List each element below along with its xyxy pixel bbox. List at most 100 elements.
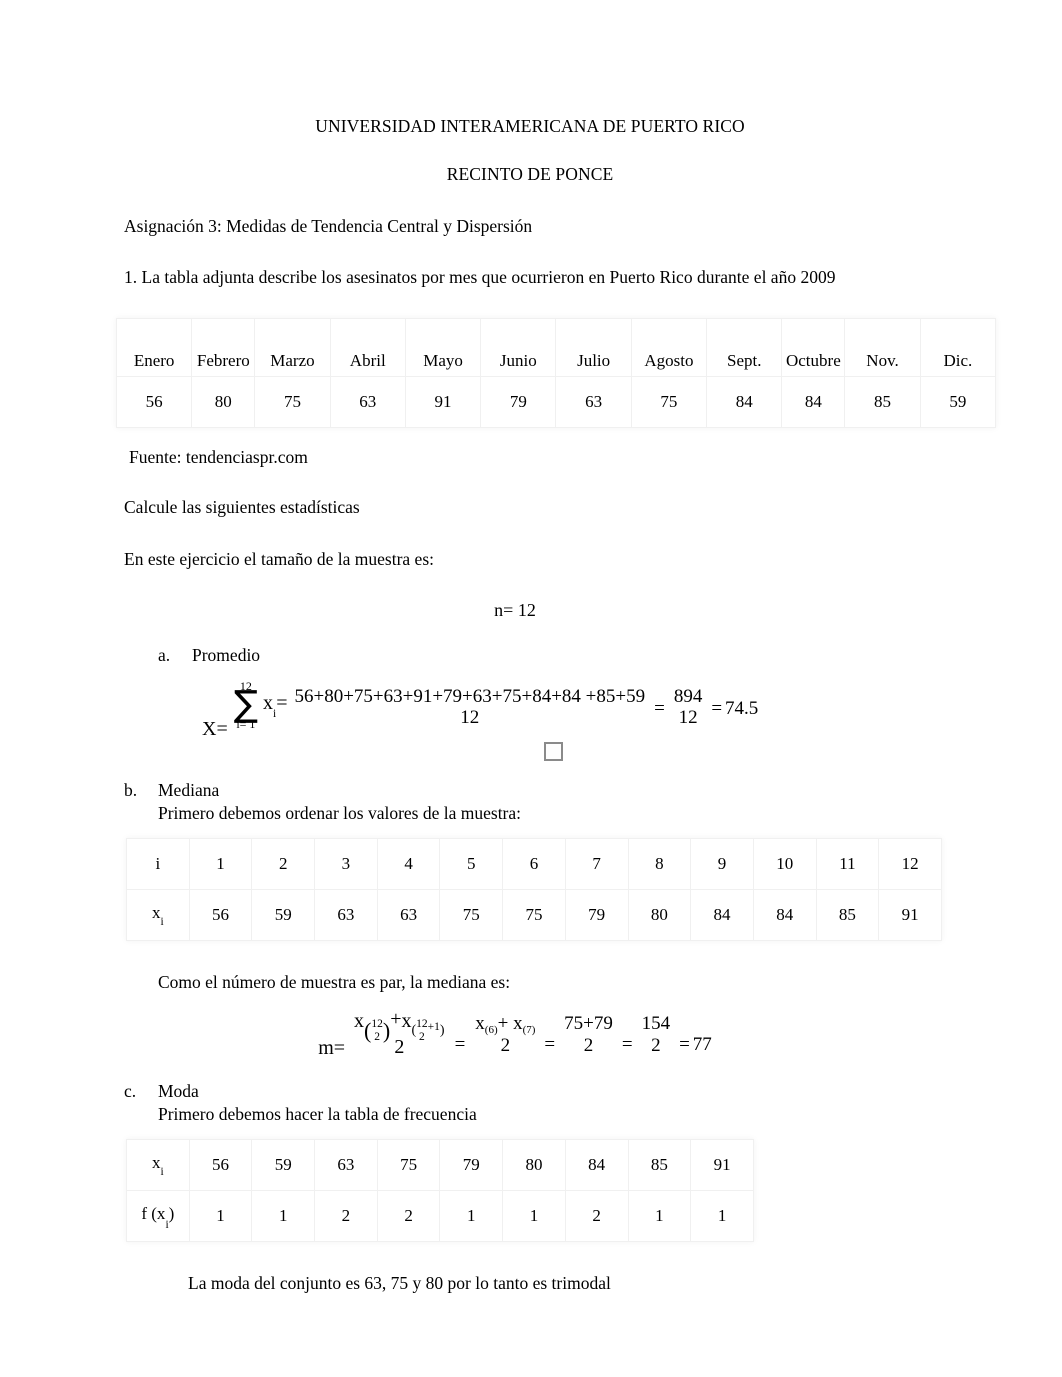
sorted-value-8: 80 (627, 888, 692, 941)
freq-row-label-f-close: ) (168, 1203, 175, 1223)
document-page: UNIVERSIDAD INTERAMERICANA DE PUERTO RIC… (0, 0, 1062, 1377)
freq-row-label-x-sub: i (160, 1166, 164, 1179)
median-formula: m= x ( 12 2 ) + x (12 2 +1) 2 = x(6)+ … (124, 999, 936, 1071)
median-x-1: x (354, 1010, 365, 1033)
freq-count-5: 1 (439, 1189, 504, 1242)
month-value-marzo: 75 (254, 376, 331, 429)
freq-count-1: 1 (188, 1189, 253, 1242)
section-b-marker: b. (124, 779, 138, 800)
freq-value-6: 80 (502, 1138, 566, 1191)
section-b-intro: Primero debemos ordenar los valores de l… (158, 802, 522, 823)
freq-count-6: 1 (502, 1189, 566, 1242)
sorted-index-9: 9 (690, 837, 754, 890)
freq-count-2: 1 (251, 1189, 316, 1242)
median-equals-1: = (454, 1033, 466, 1055)
sorted-index-12: 12 (878, 837, 942, 890)
sorted-value-6: 75 (502, 888, 566, 941)
sorted-row-label-x: xi (126, 888, 190, 941)
month-header-enero: Enero (115, 318, 193, 378)
median-lhs: m= (318, 1037, 346, 1060)
section-a-heading: a. Promedio (158, 645, 936, 666)
sorted-values-table: i 1 2 3 4 5 6 7 8 9 10 11 12 xi 56 59 63… (126, 837, 942, 941)
section-b-note: Como el número de muestra es par, la med… (158, 971, 511, 992)
month-value-abril: 63 (329, 376, 406, 429)
month-value-julio: 63 (555, 376, 632, 429)
sorted-value-1: 56 (188, 888, 253, 941)
month-header-abril: Abril (329, 318, 406, 378)
instruction-line: Calcule las siguientes estadísticas (124, 497, 360, 518)
freq-count-3: 2 (314, 1189, 378, 1242)
freq-count-9: 1 (690, 1189, 754, 1242)
sorted-index-1: 1 (188, 837, 253, 890)
median-fraction-3: 75+79 2 (561, 1013, 616, 1057)
sorted-value-4: 63 (376, 888, 441, 941)
month-value-sept: 84 (706, 376, 783, 429)
question-1: 1. La tabla adjunta describe los asesina… (124, 267, 836, 288)
median-sub-a-num: 12 (371, 1018, 383, 1031)
paren-open-icon: ( (364, 1018, 372, 1044)
assignment-line: Asignación 3: Medidas de Tendencia Centr… (124, 216, 533, 236)
month-header-junio: Junio (480, 318, 557, 378)
sample-size-value: n= 12 (494, 599, 536, 620)
median-numerator: x ( 12 2 ) + x ( 12 2 +1) (351, 1008, 448, 1043)
months-table: Enero Febrero Marzo Abril Mayo Junio Jul… (115, 318, 997, 429)
mean-lhs: X= (202, 717, 228, 740)
freq-value-9: 91 (690, 1138, 754, 1191)
month-value-febrero: 80 (191, 376, 256, 429)
mean-reduced-fraction: 894 12 (671, 686, 706, 730)
median-denominator-3: 2 (583, 1034, 594, 1056)
median-result: 77 (692, 1033, 712, 1055)
median-fraction-4: 154 2 (639, 1013, 674, 1057)
median-equals-4: = (679, 1033, 690, 1055)
median-main-fraction: x ( 12 2 ) + x ( 12 2 +1) 2 (351, 1008, 448, 1059)
median-equals-3: = (621, 1033, 633, 1055)
sorted-index-8: 8 (627, 837, 692, 890)
mode-conclusion: La moda del conjunto es 63, 75 y 80 por … (188, 1272, 611, 1293)
freq-table-wrapper: xi 56 59 63 75 79 80 84 85 91 f (xi) 1 1… (126, 1138, 754, 1242)
section-c-label: Moda (158, 1080, 199, 1101)
median-sub-b-plus-one: +1 (427, 1020, 440, 1033)
section-c-intro: Primero debemos hacer la tabla de frecue… (158, 1103, 477, 1124)
sorted-row-label-x-sub: i (160, 916, 164, 929)
median-sub-a-den: 2 (374, 1031, 380, 1044)
median-denominator-2: 2 (500, 1034, 511, 1056)
month-value-nov: 85 (844, 376, 921, 429)
paren-close-icon: ) (382, 1018, 391, 1044)
table-row: f (xi) 1 1 2 2 1 1 2 1 1 (126, 1189, 754, 1242)
section-a-marker: a. (158, 644, 171, 665)
median-plus-2: + (497, 1012, 509, 1034)
median-x-2: x (401, 1010, 412, 1033)
sorted-value-10: 84 (752, 888, 817, 941)
median-fraction-2: x(6)+ x(7) 2 (472, 1013, 538, 1057)
median-denominator: 2 (394, 1036, 405, 1058)
section-b-heading: b. Mediana (124, 780, 936, 801)
sorted-index-4: 4 (376, 837, 441, 890)
median-sub-a: ( 12 2 ) (364, 1018, 390, 1044)
mean-main-fraction: 56+80+75+63+91+79+63+75+84+84 +85+59 12 (291, 686, 648, 730)
freq-count-7: 2 (564, 1189, 629, 1242)
sorted-value-9: 84 (690, 888, 754, 941)
month-value-enero: 56 (115, 376, 193, 429)
section-b-label: Mediana (158, 779, 220, 800)
median-x6: x (475, 1012, 485, 1034)
table-row: xi 56 59 63 63 75 75 79 80 84 84 85 91 (126, 888, 942, 941)
sorted-table-wrapper: i 1 2 3 4 5 6 7 8 9 10 11 12 xi 56 59 63… (126, 837, 942, 941)
sorted-value-3: 63 (314, 888, 378, 941)
document-content: UNIVERSIDAD INTERAMERICANA DE PUERTO RIC… (115, 117, 997, 1294)
month-header-sept: Sept. (706, 318, 783, 378)
median-plus-1: + (390, 1008, 402, 1031)
median-sub-b: ( 12 2 +1 ) (411, 1018, 444, 1044)
month-value-agosto: 75 (630, 376, 708, 429)
frequency-table: xi 56 59 63 75 79 80 84 85 91 f (xi) 1 1… (126, 1138, 754, 1242)
mean-denominator: 12 (460, 707, 480, 729)
sorted-value-5: 75 (439, 888, 504, 941)
median-x7: x (513, 1012, 523, 1034)
month-value-octubre: 84 (781, 376, 846, 429)
mean-formula: X= 12 ∑ i= 1 xi= 56+80+75+63+91+79+63+75… (124, 672, 936, 768)
sorted-value-7: 79 (564, 888, 629, 941)
sorted-index-3: 3 (314, 837, 378, 890)
sorted-index-6: 6 (502, 837, 566, 890)
section-c-marker: c. (124, 1080, 137, 1101)
freq-value-3: 63 (314, 1138, 378, 1191)
freq-value-7: 84 (564, 1138, 629, 1191)
